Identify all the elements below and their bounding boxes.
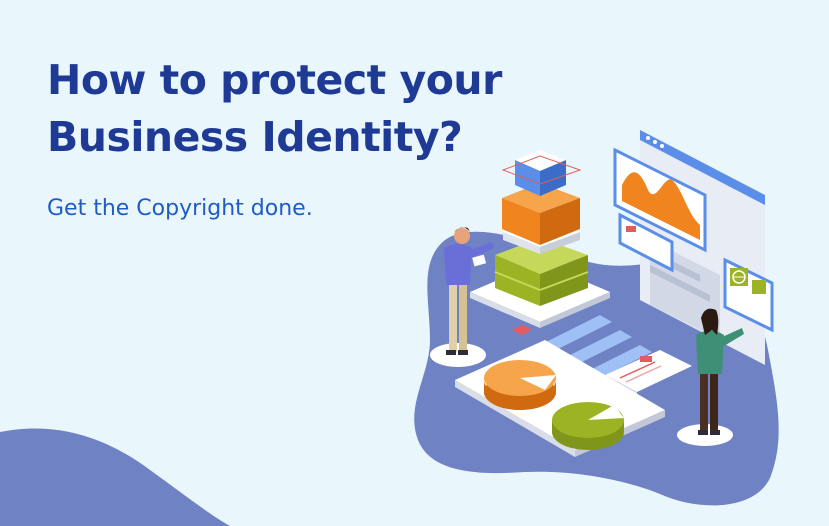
title-line-1: How to protect your [47, 56, 502, 104]
subtitle: Get the Copyright done. [47, 196, 313, 221]
page-title: How to protect your Business Identity? [47, 52, 502, 166]
title-line-2: Business Identity? [47, 113, 463, 161]
bottom-left-blob [0, 428, 230, 526]
